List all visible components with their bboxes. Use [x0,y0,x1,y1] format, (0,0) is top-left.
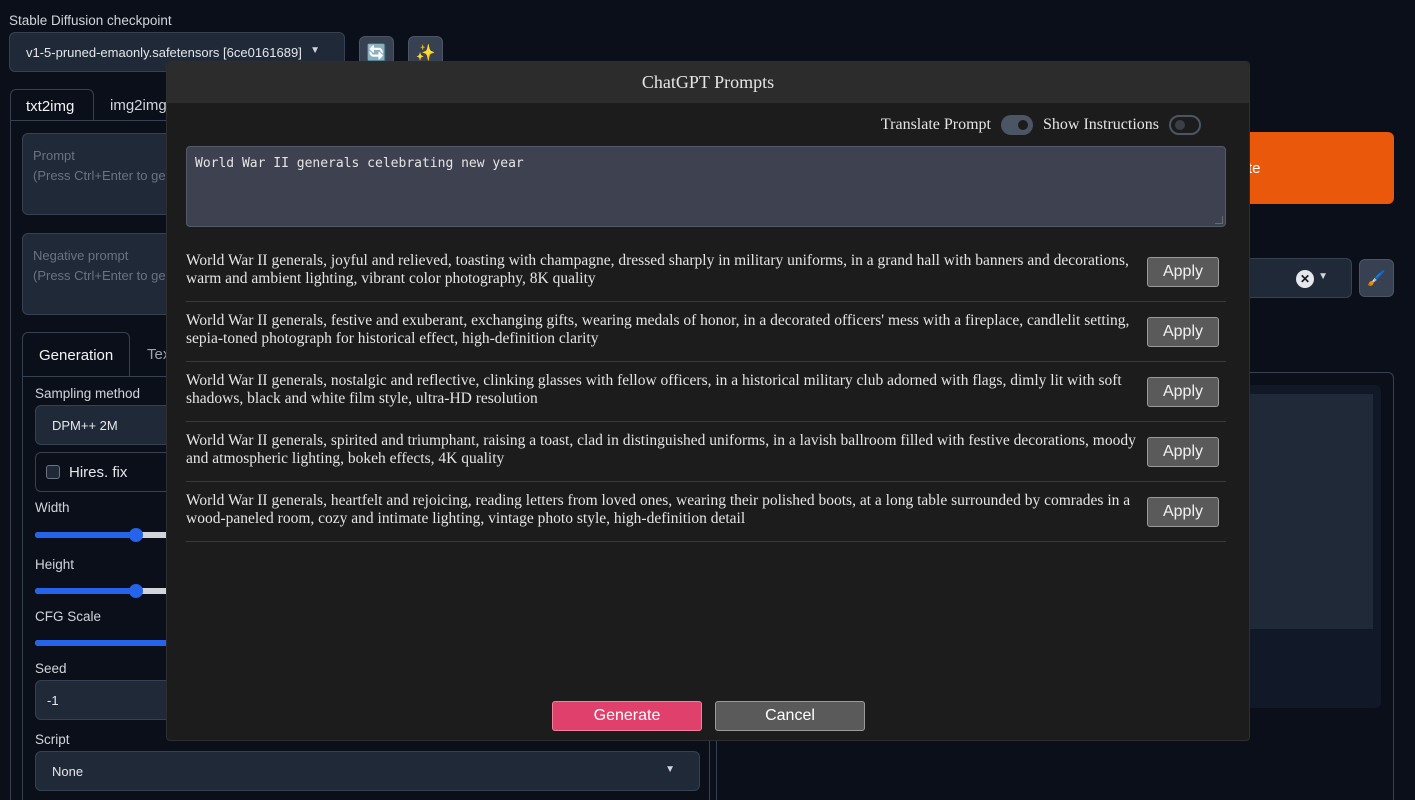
tab-txt2img[interactable]: txt2img [10,89,94,121]
apply-button[interactable]: Apply [1147,257,1219,287]
apply-button[interactable]: Apply [1147,437,1219,467]
result-text: World War II generals, spirited and triu… [186,432,1136,467]
height-slider-fill [35,588,136,594]
seed-value: -1 [47,693,59,708]
tab-textual-inversion[interactable]: Tex [131,332,170,377]
height-label: Height [35,557,75,572]
chevron-down-icon: ▼ [310,45,320,56]
chatgpt-prompt-value: World War II generals celebrating new ye… [195,156,524,171]
script-value: None [52,764,84,779]
translate-prompt-toggle-group: Translate Prompt [881,115,1039,135]
chevron-down-icon: ▼ [1318,271,1328,282]
chatgpt-prompts-modal: ChatGPT Prompts Translate Prompt Show In… [166,61,1250,741]
sparkles-icon: ✨ [415,45,436,62]
resize-handle-icon[interactable] [1215,216,1223,224]
generate-button[interactable]: Generate [552,701,702,731]
checkpoint-label: Stable Diffusion checkpoint [9,13,172,28]
chatgpt-prompt-textarea[interactable]: World War II generals celebrating new ye… [186,146,1226,227]
show-instructions-toggle[interactable] [1169,115,1201,135]
result-text: World War II generals, festive and exube… [186,312,1130,347]
apply-styles-button[interactable]: 🖌️ [1359,259,1394,297]
translate-prompt-toggle[interactable] [1001,115,1033,135]
checkbox-icon[interactable] [46,465,60,479]
tab-generation[interactable]: Generation [22,332,130,377]
width-slider-fill [35,532,136,538]
list-item: World War II generals, festive and exube… [186,302,1226,362]
prompt-results-list: World War II generals, joyful and reliev… [186,242,1226,542]
apply-button[interactable]: Apply [1147,497,1219,527]
height-slider-thumb[interactable] [128,584,143,598]
paintbrush-icon: 🖌️ [1367,270,1386,287]
chevron-down-icon: ▼ [665,764,675,775]
result-text: World War II generals, heartfelt and rej… [186,492,1131,527]
list-item: World War II generals, spirited and triu… [186,422,1226,482]
cfg-scale-label: CFG Scale [35,609,102,624]
toggle-knob [1175,120,1185,130]
tab-img2img[interactable]: img2img [95,89,167,121]
script-select[interactable]: None ▼ [35,751,700,791]
script-label: Script [35,732,70,747]
width-label: Width [35,500,70,515]
hires-fix-label: Hires. fix [69,464,128,481]
width-slider-thumb[interactable] [128,528,143,542]
sampling-method-label: Sampling method [35,386,141,401]
toggle-knob [1018,120,1028,130]
checkpoint-value: v1-5-pruned-emaonly.safetensors [6ce0161… [26,45,302,60]
modal-title: ChatGPT Prompts [167,62,1249,103]
seed-input[interactable]: -1 [35,680,175,720]
list-item: World War II generals, heartfelt and rej… [186,482,1226,542]
show-instructions-label: Show Instructions [1043,116,1159,133]
list-item: World War II generals, nostalgic and ref… [186,362,1226,422]
apply-button[interactable]: Apply [1147,317,1219,347]
translate-prompt-label: Translate Prompt [880,116,991,133]
show-instructions-toggle-group: Show Instructions [1043,115,1207,135]
modal-toggles: Translate Prompt Show Instructions [881,115,1207,137]
cancel-button[interactable]: Cancel [715,701,865,731]
sampling-method-value: DPM++ 2M [52,418,118,433]
result-text: World War II generals, joyful and reliev… [186,252,1129,287]
seed-label: Seed [35,661,67,676]
list-item: World War II generals, joyful and reliev… [186,242,1226,302]
result-text: World War II generals, nostalgic and ref… [186,372,1122,407]
refresh-icon: 🔄 [366,45,387,62]
clear-icon[interactable]: ✕ [1296,270,1314,288]
apply-button[interactable]: Apply [1147,377,1219,407]
